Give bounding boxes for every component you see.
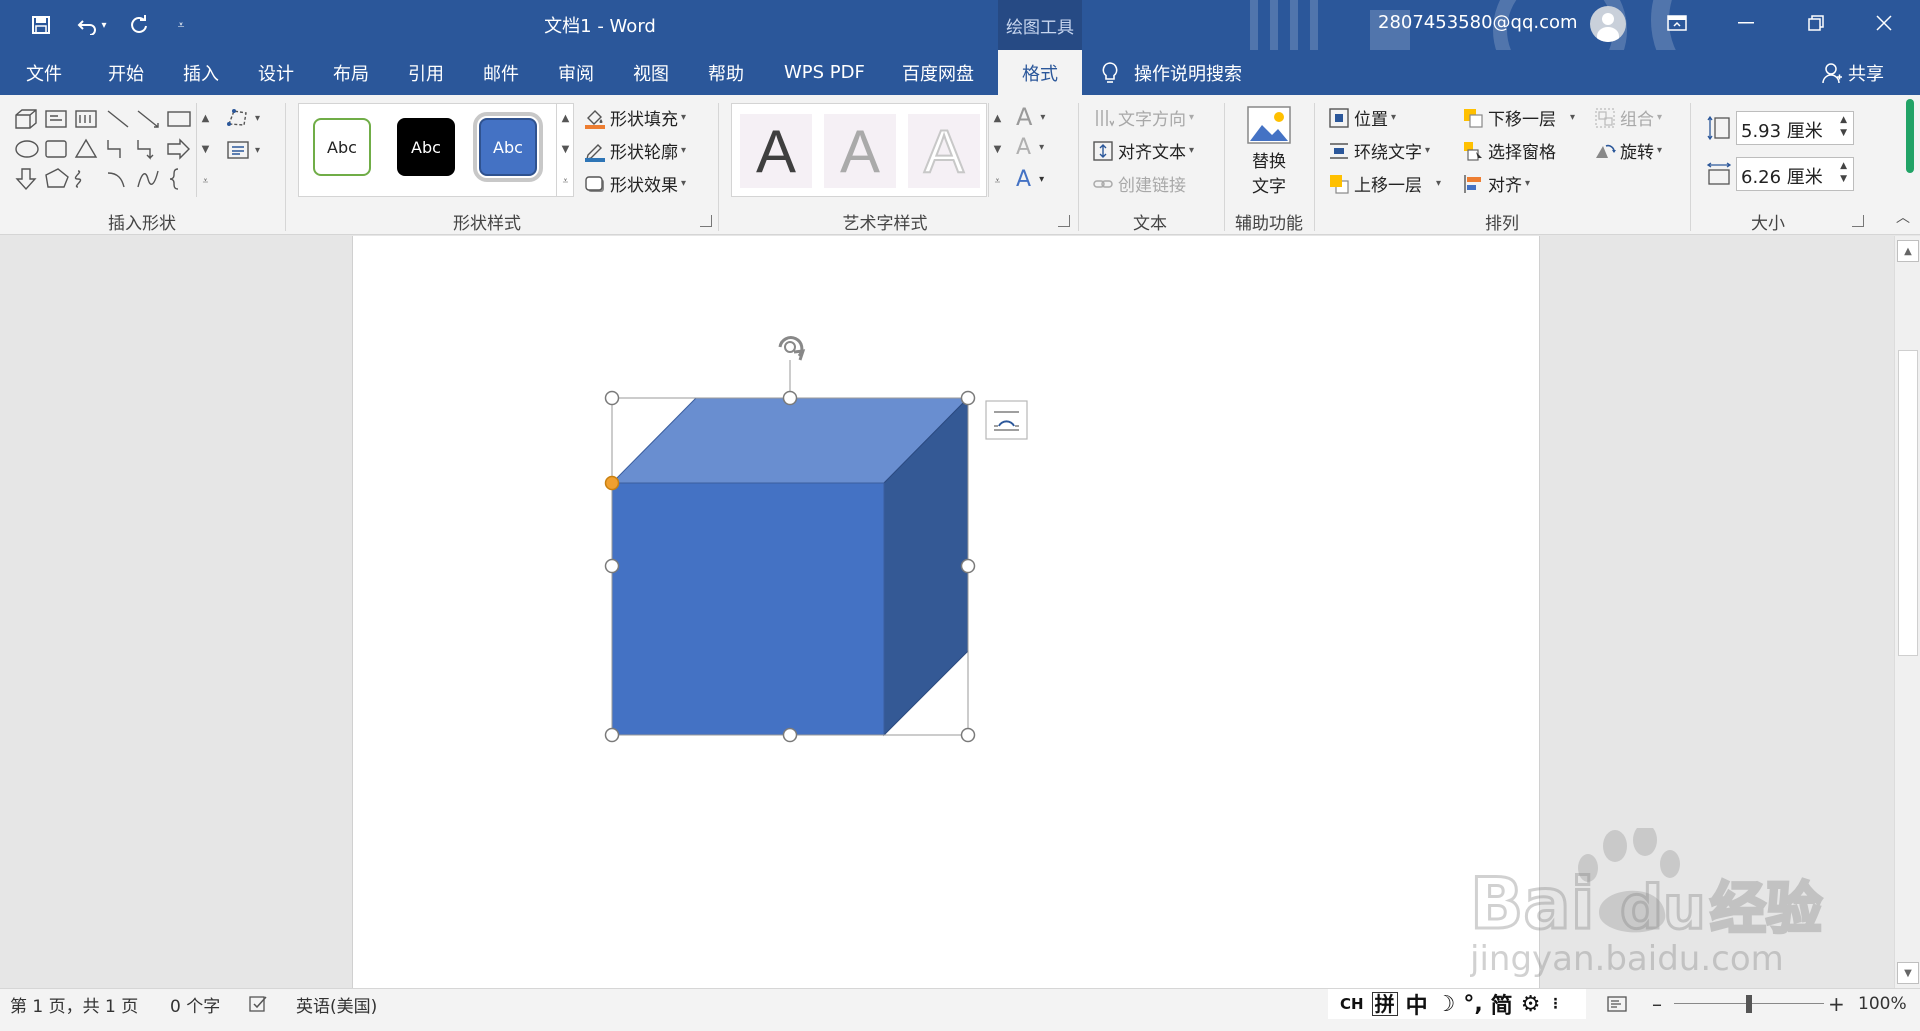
language[interactable]: 英语(美国) <box>296 989 377 1019</box>
scroll-thumb[interactable] <box>1898 350 1918 656</box>
status-bar: 第 1 页，共 1 页 0 个字 英语(美国) CH 拼 中 ☽ °, 简 ⚙ … <box>0 988 1920 1031</box>
scroll-up-icon[interactable]: ▲ <box>1897 240 1919 262</box>
input-method-bar[interactable]: CH 拼 中 ☽ °, 简 ⚙ ⋮ <box>1328 989 1586 1019</box>
moon-icon[interactable]: ☽ <box>1436 992 1456 1017</box>
ime-chinese[interactable]: 中 <box>1406 988 1428 1020</box>
vertical-scrollbar[interactable]: ▲ ▼ <box>1894 236 1920 988</box>
ime-more-icon[interactable]: ⋮ <box>1548 996 1562 1012</box>
ime-ch[interactable]: CH <box>1340 995 1364 1013</box>
word-count[interactable]: 0 个字 <box>170 989 220 1019</box>
zoom-level[interactable]: 100% <box>1858 989 1907 1019</box>
zoom-out-icon[interactable]: – <box>1652 989 1662 1019</box>
gear-icon[interactable]: ⚙ <box>1521 992 1541 1017</box>
ime-pinyin[interactable]: 拼 <box>1371 992 1398 1016</box>
rotate-handle-icon[interactable] <box>778 336 806 361</box>
selected-cube-shape[interactable] <box>0 0 1920 1031</box>
zoom-slider-thumb[interactable] <box>1746 995 1752 1013</box>
adjust-handle[interactable] <box>604 475 620 491</box>
punctuation-icon[interactable]: °, <box>1463 992 1482 1017</box>
layout-options-icon[interactable] <box>985 400 1028 440</box>
page-count[interactable]: 第 1 页，共 1 页 <box>10 989 138 1019</box>
read-mode-icon[interactable] <box>1606 989 1630 1019</box>
zoom-in-icon[interactable]: + <box>1828 989 1845 1019</box>
proofing-icon[interactable] <box>248 989 270 1019</box>
scroll-down-icon[interactable]: ▼ <box>1897 962 1919 984</box>
ime-simplified[interactable]: 简 <box>1491 988 1513 1020</box>
cube-front-face <box>611 482 885 736</box>
